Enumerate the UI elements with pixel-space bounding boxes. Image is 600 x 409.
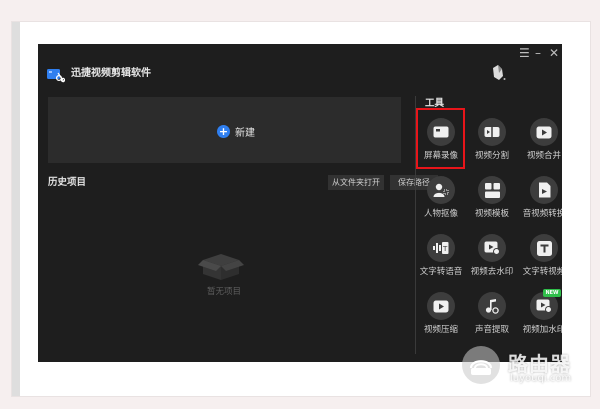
tool-audio-extract[interactable]: 声音提取 (466, 292, 518, 336)
history-title: 历史项目 (48, 177, 87, 188)
video-merge-icon (536, 126, 552, 138)
new-badge: NEW (543, 289, 561, 297)
plus-icon: + (217, 124, 230, 138)
app-logo-icon (47, 69, 65, 83)
site-watermark: 路由器 luyouqi.com (462, 346, 598, 396)
app-window: ☰ – ✕ 迅捷视频剪辑软件 + 新建 历史项目 从文件夹打开 保存路径 暂无项… (38, 44, 562, 362)
video-template-icon (484, 182, 500, 198)
watermark-logo-icon (462, 346, 500, 384)
tool-label: 视频合并 (526, 151, 561, 161)
tool-add-watermark[interactable]: 视频加水印 (518, 292, 562, 336)
tools-title: 工具 (425, 98, 445, 109)
tool-av-convert[interactable]: 音视频转换 (518, 176, 562, 220)
av-convert-icon (538, 182, 550, 198)
app-title: 迅捷视频剪辑软件 (71, 68, 151, 79)
menu-button[interactable]: ☰ (519, 46, 530, 60)
minimize-button[interactable]: – (535, 46, 541, 60)
add-watermark-icon (536, 299, 552, 313)
tool-label: 视频加水印 (522, 325, 562, 335)
tool-label: 音视频转换 (522, 209, 562, 219)
user-avatar-icon[interactable] (490, 64, 506, 82)
video-compress-icon (433, 300, 449, 312)
watermark-en: luyouqi.com (510, 373, 572, 384)
audio-extract-icon (485, 298, 499, 314)
tool-label: 文字转视频 (522, 267, 562, 277)
screen-record-highlight (416, 108, 465, 169)
text-to-speech-icon: T (433, 242, 449, 254)
video-split-icon (484, 125, 500, 139)
new-project-button[interactable]: + 新建 (217, 123, 255, 139)
tool-video-template[interactable]: 视频模板 (466, 176, 518, 220)
svg-text:T: T (442, 245, 448, 253)
tool-video-split[interactable]: 视频分割 (466, 118, 518, 162)
tool-text-to-video[interactable]: 文字转视频 (518, 234, 562, 278)
new-project-panel[interactable]: + 新建 (48, 97, 401, 163)
person-cutout-icon (433, 183, 449, 197)
empty-box-icon (198, 254, 244, 280)
empty-project-text: 暂无项目 (206, 287, 241, 297)
tool-remove-watermark[interactable]: 视频去水印 (466, 234, 518, 278)
open-from-folder-button[interactable]: 从文件夹打开 (328, 175, 384, 190)
new-project-label: 新建 (235, 127, 255, 139)
mat-shadow (12, 22, 20, 396)
text-to-video-icon (536, 240, 552, 256)
close-button[interactable]: ✕ (549, 46, 559, 60)
tool-video-merge[interactable]: 视频合并 (518, 118, 562, 162)
remove-watermark-icon (484, 241, 500, 255)
